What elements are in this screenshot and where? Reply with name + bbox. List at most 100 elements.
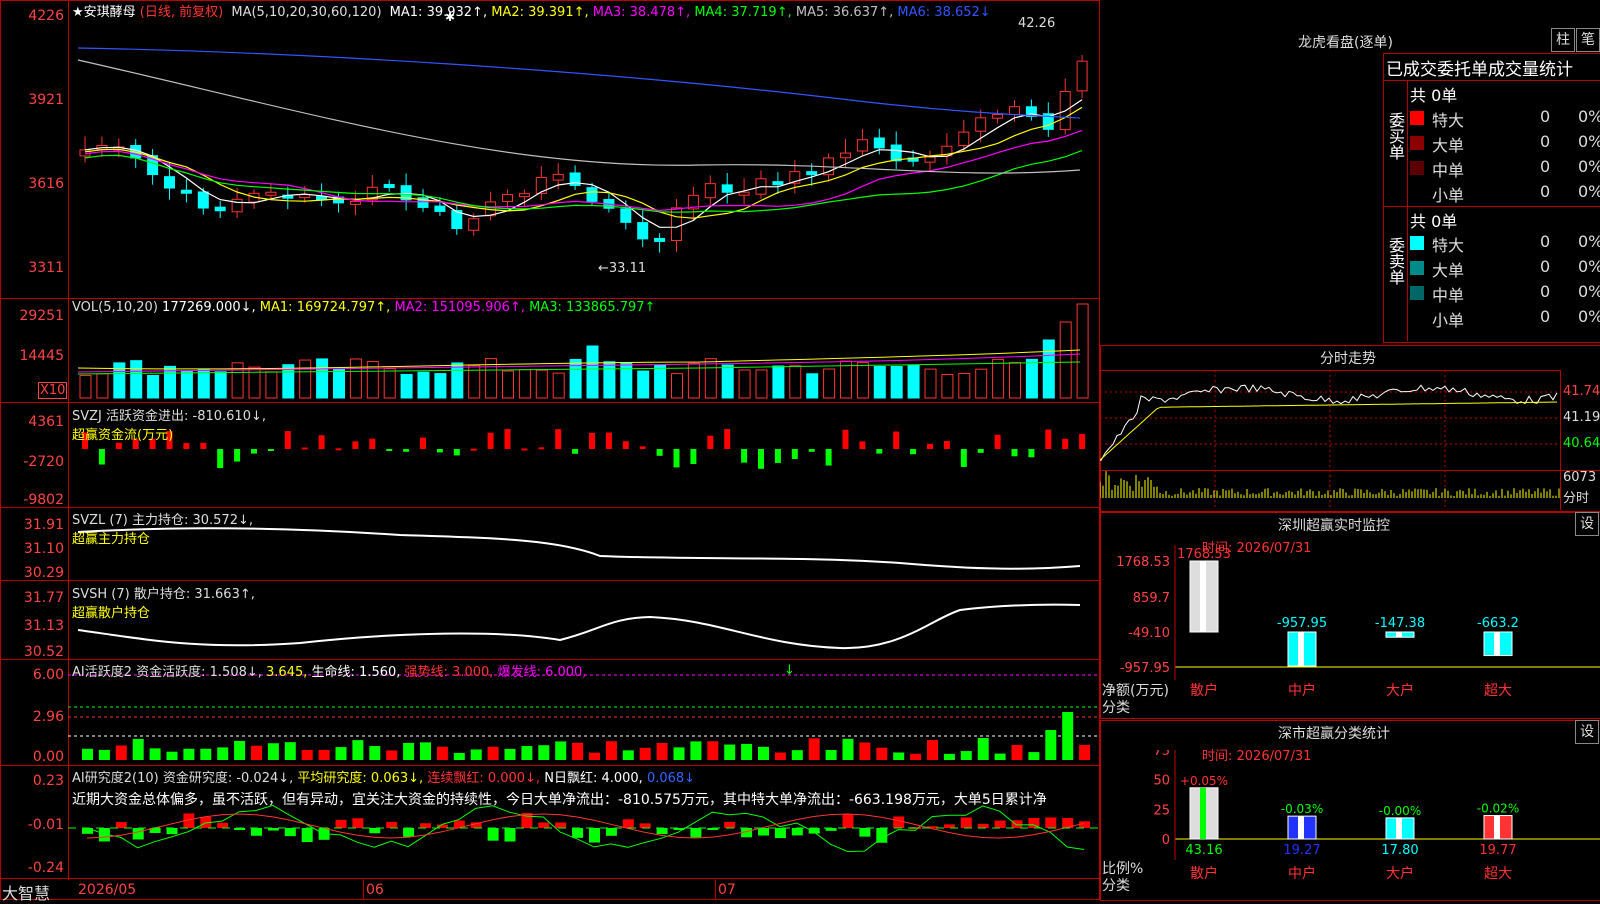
order-divider — [1383, 80, 1600, 81]
candle-body — [704, 183, 716, 199]
fund-flow-bar — [639, 446, 646, 449]
monitor-settings-button[interactable]: 设 — [1575, 512, 1599, 536]
candle-body — [738, 191, 750, 196]
ai-active-bar — [403, 742, 415, 760]
down-arrow-icon: ↓ — [784, 663, 795, 678]
axis-tick: 0.00 — [32, 749, 64, 765]
fund-flow-bar — [386, 449, 393, 451]
row-count: 0 — [1540, 257, 1551, 276]
sell-total: 共 0单 — [1410, 212, 1458, 231]
fund-flow-bar — [656, 449, 663, 456]
fund-flow-bar — [318, 435, 325, 449]
legend-swatch — [1410, 261, 1424, 275]
volume-bar — [890, 366, 903, 399]
ai-active-bar — [453, 752, 465, 760]
volume-bar — [586, 345, 599, 399]
volume-bar — [1059, 321, 1072, 399]
ai-active-bar — [251, 745, 262, 760]
monitor-axis-tick: 859.7 — [1133, 591, 1170, 606]
moving-average-lines — [77, 47, 1083, 228]
stats-chart: 75 50 25 0 +0.05% 43.16 散户 -0.03% 19.27 中户 -0.00% 1… — [1153, 750, 1600, 882]
ma-label: MA(5,10,20,30,60,120) — [231, 5, 382, 20]
buy-row-1: 大单 0 0% — [1410, 131, 1600, 155]
fund-flow-bar — [487, 432, 494, 449]
ai-active-bar — [301, 749, 313, 760]
candle-body — [637, 222, 649, 240]
order-stats-title: 已成交委托单成交量统计 — [1386, 60, 1573, 80]
fund-flow-bar — [284, 431, 291, 449]
fund-flow-bar — [690, 449, 697, 464]
row-count: 0 — [1540, 232, 1551, 251]
row-label: 小单 — [1432, 186, 1465, 205]
ma3-value: MA3: 38.478↑, — [592, 5, 691, 20]
axis-tick: 29251 — [19, 308, 64, 324]
ai-active-bar — [98, 749, 110, 760]
stock-name[interactable]: ★安琪酵母 — [72, 5, 136, 20]
ai-research-bar — [774, 828, 786, 839]
stats-axis-tick: 75 — [1153, 750, 1170, 759]
candle-body — [383, 183, 395, 188]
stats-cat-label: 分类 — [1102, 878, 1130, 894]
stats-settings-button[interactable]: 设 — [1575, 720, 1599, 744]
candle-body — [840, 152, 851, 159]
volume-bar — [856, 362, 869, 399]
candle-body — [873, 137, 885, 149]
pen-mode-button[interactable]: 笔 — [1576, 28, 1600, 52]
row-count: 0 — [1540, 157, 1551, 176]
volume-bar — [518, 369, 531, 399]
stock-period[interactable]: (日线, 前复权) — [140, 5, 223, 20]
ai-active-bar — [927, 740, 938, 760]
ai-active-bar — [774, 752, 786, 760]
ai-active-bar — [284, 742, 296, 760]
buy-row-3: 小单 0 0% — [1410, 181, 1600, 205]
ma4-value: MA4: 37.719↑, — [694, 5, 792, 20]
ai-research-bar — [622, 819, 634, 828]
stats-category-label: 中户 — [1288, 865, 1316, 882]
svsh-sub: 超赢散户持仓 — [72, 606, 151, 621]
ai-research-bar — [977, 823, 989, 828]
ai-research-part: N日飘红: 4.000, — [544, 771, 643, 786]
bar-mode-button[interactable]: 柱 — [1551, 28, 1575, 52]
fund-flow-bar — [1028, 449, 1035, 458]
row-label: 中单 — [1432, 286, 1465, 305]
volume-bar — [197, 369, 210, 399]
volume-bar — [147, 374, 160, 399]
volume-bar — [1025, 358, 1038, 399]
fund-flow-bar — [1045, 429, 1052, 449]
ai-active-bar — [605, 741, 617, 760]
ai-research-bar — [639, 823, 651, 828]
intraday-chart[interactable] — [1100, 370, 1600, 510]
ai-research-bar — [82, 828, 93, 834]
intraday-title: 分时走势 — [1320, 351, 1376, 367]
ai-research-bar — [572, 828, 584, 838]
ai-research-bar — [132, 828, 144, 840]
buy-side-label: 委买单 — [1386, 112, 1405, 160]
ai-research-part: 0.068↓ — [646, 771, 696, 786]
volume-bar — [840, 360, 852, 399]
monitor-value-label: -957.95 — [1277, 616, 1327, 631]
fund-flow-bar — [605, 432, 612, 449]
stats-axis-tick: 50 — [1153, 774, 1170, 789]
price-high-label: 42.26 — [1018, 16, 1055, 31]
ai-research-bar — [589, 828, 600, 843]
fund-flow-bar — [622, 441, 629, 449]
ai-active-bar — [420, 742, 431, 760]
row-label: 中单 — [1432, 161, 1465, 180]
volume-bar — [552, 372, 565, 399]
ai-research-bar — [758, 828, 769, 836]
monitor-axis-tick: 1768.53 — [1116, 555, 1170, 570]
vol-value: 177269.000↓, — [162, 300, 256, 315]
svsh-label: SVSH (7) 散户持仓: 31.663↑, — [72, 587, 255, 602]
row-pct: 0% — [1578, 107, 1600, 126]
fund-flow-bar — [859, 441, 866, 449]
ai-active-bar — [707, 741, 719, 760]
intraday-price-line — [1100, 384, 1558, 462]
svzl-axis: 31.91 31.10 30.29 — [0, 507, 66, 581]
fund-flow-bar — [555, 429, 562, 449]
main-chart-area[interactable]: 42.26 ←33.11 ✱ ↓ — [0, 0, 1100, 900]
stats-category-label: 超大 — [1484, 866, 1512, 882]
volume-bar — [535, 369, 548, 399]
ai-active-bar — [673, 747, 685, 760]
volume-bar — [130, 360, 143, 399]
ai-active-bar — [791, 750, 803, 760]
